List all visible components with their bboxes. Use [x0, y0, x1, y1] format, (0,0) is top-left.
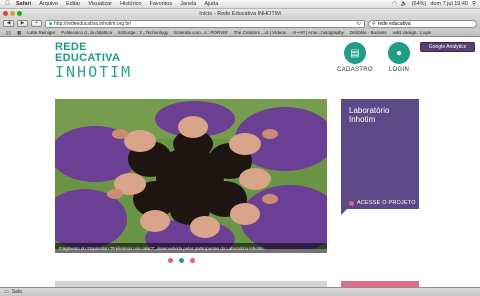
carousel-dots: [168, 258, 195, 263]
card-notch: [341, 209, 347, 215]
browser-toolbar: ◀ ▶ + ■ http://redeeducativa.inhotim.org…: [0, 18, 480, 29]
menu-arquivo[interactable]: Arquivo: [35, 1, 62, 7]
bookmark-item[interactable]: Dribbble - Buckets: [347, 30, 390, 35]
document-icon: ▤: [344, 42, 366, 64]
bookmark-item[interactable]: Lotte Reiniger: [24, 30, 58, 35]
project-title: Laboratório Inhotim: [341, 99, 419, 124]
cadastro-label: CADASTRO: [337, 67, 373, 73]
hero-image[interactable]: [55, 99, 327, 249]
arrow-icon: [349, 200, 354, 206]
login-label: LOGIN: [388, 67, 410, 73]
web-page: REDE EDUCATIVA INHOTIM ▤ CADASTRO ● LOGI…: [0, 37, 480, 287]
window-title: Início - Rede Educativa INHOTIM: [199, 10, 281, 17]
bookmark-item[interactable]: voltz design : Login: [390, 30, 435, 35]
bookmark-item[interactable]: Politecnico d...la didattica: [58, 30, 115, 35]
bookmark-item[interactable]: The Creators ...ct | Vídeos: [231, 30, 289, 35]
google-analytics-badge[interactable]: Google Analytics: [420, 42, 475, 52]
cadastro-button[interactable]: ▤ CADASTRO: [333, 42, 377, 73]
status-text: Sala: [11, 289, 22, 295]
add-bookmark-button[interactable]: +: [31, 20, 42, 27]
hero-caption: Fragmento do Stopmotion "Preferimos nos …: [55, 243, 327, 253]
menu-ajuda[interactable]: Ajuda: [200, 1, 222, 7]
bookmarks-bar: ▯▯ ▦ Lotte Reiniger Politecnico d...la d…: [0, 29, 480, 37]
spotlight-icon[interactable]: ⚲: [472, 1, 476, 7]
volume-icon[interactable]: 🔈: [401, 1, 408, 7]
login-button[interactable]: ● LOGIN: [377, 42, 421, 73]
menu-historico[interactable]: Histórico: [116, 1, 145, 7]
address-bar[interactable]: ■ http://redeeducativa.inhotim.org.br/ ↻: [45, 19, 365, 28]
site-logo[interactable]: REDE EDUCATIVA INHOTIM: [55, 42, 133, 81]
top-sites-icon[interactable]: ▦: [14, 30, 24, 36]
bookmark-item[interactable]: Entenda com...s : PORVIR: [171, 30, 230, 35]
menu-janela[interactable]: Janela: [176, 1, 200, 7]
project-link-label: ACESSE O PROJETO: [357, 200, 416, 206]
menu-safari[interactable]: Safari: [12, 1, 35, 7]
carousel-dot[interactable]: [168, 258, 173, 263]
forward-button[interactable]: ▶: [17, 20, 28, 27]
url-text[interactable]: http://redeeducativa.inhotim.org.br/: [54, 21, 355, 27]
mac-menu-bar:  Safari Arquivo Editar Visualizar Histó…: [0, 0, 480, 9]
status-bar: ▭ Sala: [0, 287, 480, 296]
back-button[interactable]: ◀: [3, 20, 14, 27]
project-card[interactable]: Laboratório Inhotim ACESSE O PROJETO: [341, 99, 419, 215]
menu-favoritos[interactable]: Favoritos: [145, 1, 176, 7]
project-title-line-2: Inhotim: [349, 115, 376, 124]
user-icon: ●: [388, 42, 410, 64]
search-icon: ⚲: [372, 20, 376, 27]
carousel-dot[interactable]: [190, 258, 195, 263]
project-link[interactable]: ACESSE O PROJETO: [349, 200, 416, 206]
bookmark-item[interactable]: EdSurge : Y...Technology: [115, 30, 171, 35]
battery-label[interactable]: (64%): [412, 1, 427, 7]
menu-visualizar[interactable]: Visualizar: [84, 1, 116, 7]
bookmarks-icon[interactable]: ▯▯: [3, 30, 14, 36]
bookmark-item[interactable]: AI~AP | Ame...hotography: [289, 30, 347, 35]
logo-line-3: INHOTIM: [55, 63, 133, 81]
carousel-dot-active[interactable]: [179, 258, 184, 263]
reload-icon[interactable]: ↻: [357, 21, 361, 27]
menu-extras: ◠ 🔈 (64%) dom 7 jul 19:40 ⚲: [392, 1, 480, 7]
hero-photo: [55, 99, 327, 249]
status-icon: ▭: [4, 289, 9, 295]
site-favicon: ■: [49, 20, 53, 27]
search-bar[interactable]: ⚲: [368, 19, 477, 28]
clock[interactable]: dom 7 jul 19:40: [430, 1, 468, 7]
project-title-line-1: Laboratório: [349, 106, 390, 115]
wifi-icon[interactable]: ◠: [392, 1, 397, 7]
search-input[interactable]: [377, 20, 473, 27]
window-title-bar: Início - Rede Educativa INHOTIM: [0, 9, 480, 18]
menu-editar[interactable]: Editar: [62, 1, 84, 7]
apple-icon[interactable]: : [3, 1, 12, 7]
